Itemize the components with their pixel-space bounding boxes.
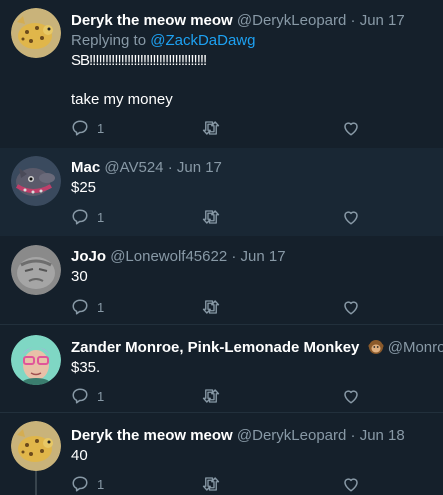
user-handle[interactable]: @DerykLeopard [237,12,346,29]
tweet-date[interactable]: Jun 17 [360,12,405,29]
thread-connector-down [35,471,37,495]
reply-button[interactable]: 1 [71,206,104,228]
reply-count: 1 [97,388,105,404]
tweet-text: $25 [71,179,97,196]
retweet-icon [202,477,220,491]
tweet-text-line-1: SB!!!!!!!!!!!!!!!!!!!!!!!!!!!!!!!!!!!!! [71,52,207,69]
retweet-icon [202,300,220,314]
user-handle[interactable]: @AV524 [104,159,163,176]
display-name[interactable]: Deryk the meow meow [71,12,233,29]
tweet-2[interactable]: Mac @AV524 · Jun 17 $25 1 [0,148,443,236]
wolf-avatar[interactable] [11,156,61,206]
tweet-actions: 1 [71,117,371,139]
retweet-button[interactable] [201,296,221,318]
tweet-4[interactable]: Zander Monroe, Pink-Lemonade Monkey @Mon… [0,324,443,413]
reply-icon [72,120,88,136]
reply-button[interactable]: 1 [71,473,104,495]
tweet-1[interactable]: Deryk the meow meow @DerykLeopard · Jun … [0,0,443,148]
reply-icon [72,299,88,315]
tweet-actions: 1 [71,206,371,228]
tweet-text: $35. [71,359,101,376]
reply-icon [72,476,88,492]
reply-count: 1 [97,299,105,315]
tweet-header: Deryk the meow meow @DerykLeopard · Jun … [71,426,405,445]
reply-button[interactable]: 1 [71,296,104,318]
retweet-icon [202,210,220,224]
tweet-text-line-2: take my money [71,91,173,108]
like-button[interactable] [342,473,360,495]
tweet-header: JoJo @Lonewolf45622 · Jun 17 [71,247,286,266]
separator: · [167,159,173,176]
retweet-icon [202,389,220,403]
user-handle[interactable]: @Lonewolf45622 [110,248,227,265]
heart-icon [344,301,358,315]
reply-icon [72,209,88,225]
display-name[interactable]: Mac [71,159,100,176]
tweet-header: Mac @AV524 · Jun 17 [71,158,222,177]
separator: · [231,248,237,265]
tweet-header: Deryk the meow meow @DerykLeopard · Jun … [71,11,405,30]
heart-icon [344,390,358,404]
monkey-emoji-icon [368,339,384,360]
heart-icon [344,478,358,492]
tweet-header: Zander Monroe, Pink-Lemonade Monkey @Mon… [71,338,443,360]
reply-button[interactable]: 1 [71,385,104,407]
tweet-text: 40 [71,447,88,464]
tweet-date[interactable]: Jun 17 [241,248,286,265]
leopard-avatar[interactable] [11,421,61,471]
display-name[interactable]: JoJo [71,248,106,265]
separator: · [350,427,356,444]
replying-to-label: Replying to [71,32,147,49]
heart-icon [344,122,358,136]
reply-count: 1 [97,476,105,492]
like-button[interactable] [342,206,360,228]
tweet-3[interactable]: JoJo @Lonewolf45622 · Jun 17 30 1 [0,236,443,324]
tweet-actions: 1 [71,296,371,318]
retweet-button[interactable] [201,117,221,139]
user-handle[interactable]: @Monroe [388,339,443,356]
replying-to-link[interactable]: @ZackDaDawg [150,32,255,49]
like-button[interactable] [342,385,360,407]
retweet-button[interactable] [201,385,221,407]
grey-wolf-avatar[interactable] [11,245,61,295]
leopard-avatar[interactable] [11,8,61,58]
heart-icon [344,211,358,225]
reply-button[interactable]: 1 [71,117,104,139]
retweet-button[interactable] [201,206,221,228]
like-button[interactable] [342,296,360,318]
reply-count: 1 [97,120,105,136]
replying-to: Replying to @ZackDaDawg [71,31,255,50]
tweet-text: 30 [71,268,88,285]
display-name[interactable]: Zander Monroe, Pink-Lemonade Monkey [71,339,359,356]
retweet-icon [202,121,220,135]
separator: · [350,12,356,29]
tweet-actions: 1 [71,473,371,495]
tweet-actions: 1 [71,385,371,407]
user-handle[interactable]: @DerykLeopard [237,427,346,444]
reply-count: 1 [97,209,105,225]
retweet-button[interactable] [201,473,221,495]
reply-icon [72,388,88,404]
tweet-date[interactable]: Jun 18 [360,427,405,444]
display-name[interactable]: Deryk the meow meow [71,427,233,444]
like-button[interactable] [342,117,360,139]
tweet-5[interactable]: Deryk the meow meow @DerykLeopard · Jun … [0,412,443,495]
tweet-date[interactable]: Jun 17 [177,159,222,176]
cartoon-avatar[interactable] [11,335,61,385]
